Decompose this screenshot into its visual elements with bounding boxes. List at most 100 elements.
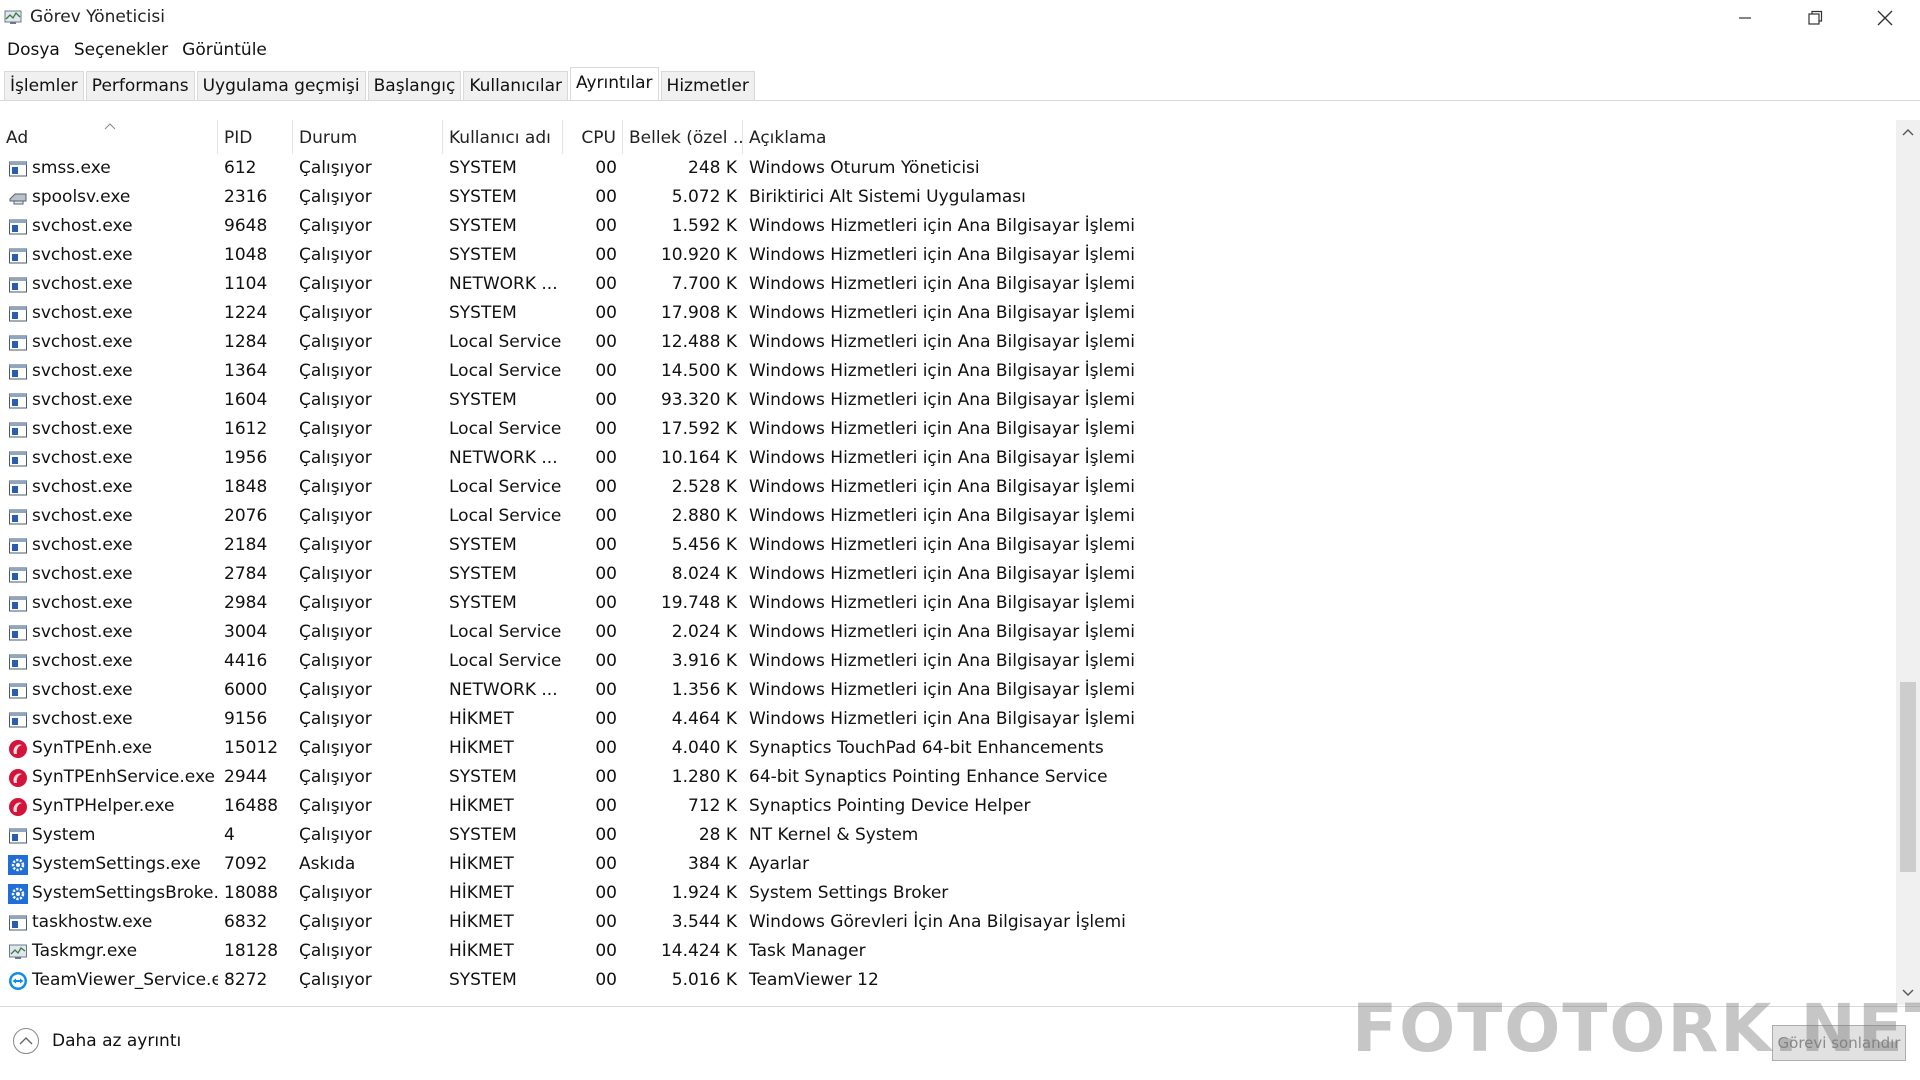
restore-button[interactable] <box>1780 0 1850 36</box>
column-header-cpu[interactable]: CPU <box>563 120 623 154</box>
cell-cpu: 00 <box>595 506 617 526</box>
watermark-text: FOTOTORK.NET <box>1352 990 1920 1067</box>
table-row[interactable]: SystemSettings.exe 7092 Askıda HİKMET 00 384 … <box>0 850 1896 879</box>
cell-mem: 1.356 K <box>671 680 737 700</box>
cell-cpu: 00 <box>595 245 617 265</box>
cell-mem: 4.040 K <box>671 738 737 758</box>
cell-status: Çalışıyor <box>299 593 372 613</box>
cell-desc: Windows Hizmetleri için Ana Bilgisayar İ… <box>749 419 1136 439</box>
table-row[interactable]: svchost.exe 4416 Çalışıyor Local Service 00 3… <box>0 647 1896 676</box>
table-row[interactable]: System 4 Çalışıyor SYSTEM 00 28 K NT Kernel & … <box>0 821 1896 850</box>
table-row[interactable]: svchost.exe 9156 Çalışıyor HİKMET 00 4.464 K W… <box>0 705 1896 734</box>
cell-desc: Windows Hizmetleri için Ana Bilgisayar İ… <box>749 622 1136 642</box>
table-row[interactable]: svchost.exe 1048 Çalışıyor SYSTEM 00 10.920 K… <box>0 241 1896 270</box>
tab-hizmetler[interactable]: Hizmetler <box>660 71 755 100</box>
table-row[interactable]: svchost.exe 1104 Çalışıyor NETWORK ... 00 7.7… <box>0 270 1896 299</box>
table-row[interactable]: svchost.exe 6000 Çalışıyor NETWORK ... 00 1.3… <box>0 676 1896 705</box>
column-header-memory[interactable]: Bellek (özel ... <box>623 120 743 154</box>
menu-dosya[interactable]: Dosya <box>0 37 67 63</box>
scroll-up-button[interactable] <box>1896 120 1920 144</box>
table-row[interactable]: svchost.exe 1956 Çalışıyor NETWORK ... 00 10.… <box>0 444 1896 473</box>
cell-cpu: 00 <box>595 361 617 381</box>
table-row[interactable]: svchost.exe 9648 Çalışıyor SYSTEM 00 1.592 K W… <box>0 212 1896 241</box>
column-header-pid[interactable]: PID <box>218 120 293 154</box>
column-header-name[interactable]: Ad <box>0 120 218 154</box>
table-row[interactable]: svchost.exe 1224 Çalışıyor SYSTEM 00 17.908 K… <box>0 299 1896 328</box>
tab-ayrintilar[interactable]: Ayrıntılar <box>570 67 659 100</box>
vertical-scrollbar[interactable] <box>1896 120 1920 1005</box>
menu-goruntule[interactable]: Görüntüle <box>175 37 274 63</box>
column-header-user[interactable]: Kullanıcı adı <box>443 120 563 154</box>
tab-uygulama-gecmisi[interactable]: Uygulama geçmişi <box>196 71 366 100</box>
cell-status: Çalışıyor <box>299 216 372 236</box>
chevron-up-icon <box>1902 129 1914 136</box>
tab-performans[interactable]: Performans <box>85 71 195 100</box>
column-header-description[interactable]: Açıklama <box>743 120 1896 154</box>
process-table: Ad PID Durum Kullanıcı adı CPU Bellek (ö… <box>0 120 1896 1005</box>
cell-status: Çalışıyor <box>299 535 372 555</box>
cell-desc: Windows Hizmetleri için Ana Bilgisayar İ… <box>749 709 1136 729</box>
table-row[interactable]: SystemSettingsBroke... 18088 Çalışıyor HİKM… <box>0 879 1896 908</box>
less-details-label: Daha az ayrıntı <box>52 1031 182 1051</box>
table-row[interactable]: svchost.exe 2784 Çalışıyor SYSTEM 00 8.024 K W… <box>0 560 1896 589</box>
cell-name: svchost.exe <box>32 709 133 729</box>
table-row[interactable]: svchost.exe 1284 Çalışıyor Local Service 00 1… <box>0 328 1896 357</box>
cell-status: Çalışıyor <box>299 390 372 410</box>
cell-mem: 248 K <box>688 158 737 178</box>
table-row[interactable]: svchost.exe 1848 Çalışıyor Local Service 00 2… <box>0 473 1896 502</box>
cell-cpu: 00 <box>595 941 617 961</box>
cell-pid: 2184 <box>224 535 268 555</box>
table-row[interactable]: svchost.exe 2076 Çalışıyor Local Service 00 2… <box>0 502 1896 531</box>
cell-mem: 3.544 K <box>671 912 737 932</box>
tab-islemler[interactable]: İşlemler <box>4 71 84 100</box>
table-row[interactable]: Taskmgr.exe 18128 Çalışıyor HİKMET 00 14.424 … <box>0 937 1896 966</box>
table-row[interactable]: svchost.exe 1612 Çalışıyor Local Service 00 1… <box>0 415 1896 444</box>
table-row[interactable]: svchost.exe 3004 Çalışıyor Local Service 00 2… <box>0 618 1896 647</box>
cell-pid: 3004 <box>224 622 268 642</box>
cell-cpu: 00 <box>595 680 617 700</box>
cell-mem: 712 K <box>688 796 737 816</box>
table-row[interactable]: SynTPEnhService.exe 2944 Çalışıyor SYSTEM 00… <box>0 763 1896 792</box>
cell-user: HİKMET <box>449 912 514 932</box>
cell-user: Local Service <box>449 622 562 642</box>
table-row[interactable]: SynTPEnh.exe 15012 Çalışıyor HİKMET 00 4.040 … <box>0 734 1896 763</box>
tab-baslangic[interactable]: Başlangıç <box>367 71 462 100</box>
cell-desc: Synaptics TouchPad 64-bit Enhancements <box>749 738 1104 758</box>
cell-cpu: 00 <box>595 796 617 816</box>
title-bar: Görev Yöneticisi <box>0 0 1920 36</box>
less-details-button[interactable]: Daha az ayrıntı <box>12 1027 181 1055</box>
cell-user: SYSTEM <box>449 303 517 323</box>
table-row[interactable]: svchost.exe 1604 Çalışıyor SYSTEM 00 93.320 K… <box>0 386 1896 415</box>
cell-status: Çalışıyor <box>299 564 372 584</box>
table-row[interactable]: svchost.exe 2984 Çalışıyor SYSTEM 00 19.748 K… <box>0 589 1896 618</box>
window-title: Görev Yöneticisi <box>30 7 165 27</box>
cell-user: SYSTEM <box>449 825 517 845</box>
table-row[interactable]: taskhostw.exe 6832 Çalışıyor HİKMET 00 3.544 … <box>0 908 1896 937</box>
cell-status: Çalışıyor <box>299 912 372 932</box>
scrollbar-thumb[interactable] <box>1900 682 1916 872</box>
cell-status: Çalışıyor <box>299 361 372 381</box>
cell-status: Çalışıyor <box>299 941 372 961</box>
minimize-icon <box>1739 17 1751 19</box>
table-row[interactable]: svchost.exe 1364 Çalışıyor Local Service 00 1… <box>0 357 1896 386</box>
menu-secenekler[interactable]: Seçenekler <box>67 37 175 63</box>
cell-status: Çalışıyor <box>299 825 372 845</box>
close-button[interactable] <box>1850 0 1920 36</box>
cell-pid: 1848 <box>224 477 268 497</box>
cell-mem: 5.456 K <box>671 535 737 555</box>
restore-icon <box>1808 10 1823 25</box>
tab-kullanicilar[interactable]: Kullanıcılar <box>463 71 568 100</box>
cell-pid: 9648 <box>224 216 268 236</box>
cell-name: svchost.exe <box>32 622 133 642</box>
cell-status: Askıda <box>299 854 356 874</box>
table-row[interactable]: spoolsv.exe 2316 Çalışıyor SYSTEM 00 5.072 K B… <box>0 183 1896 212</box>
cell-cpu: 00 <box>595 216 617 236</box>
table-row[interactable]: svchost.exe 2184 Çalışıyor SYSTEM 00 5.456 K W… <box>0 531 1896 560</box>
table-row[interactable]: smss.exe 612 Çalışıyor SYSTEM 00 248 K Windows… <box>0 154 1896 183</box>
column-header-status[interactable]: Durum <box>293 120 443 154</box>
minimize-button[interactable] <box>1710 0 1780 36</box>
table-row[interactable]: SynTPHelper.exe 16488 Çalışıyor HİKMET 00 712… <box>0 792 1896 821</box>
cell-user: HİKMET <box>449 883 514 903</box>
cell-desc: Biriktirici Alt Sistemi Uygulaması <box>749 187 1026 207</box>
cell-pid: 1104 <box>224 274 268 294</box>
